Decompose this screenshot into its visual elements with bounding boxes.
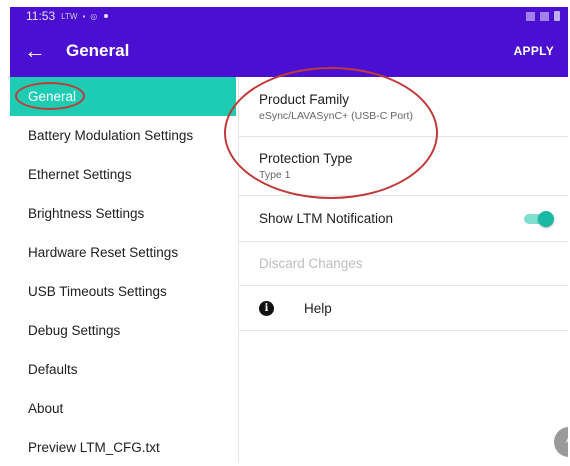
protection-type-title: Protection Type	[259, 151, 353, 166]
battery-icon	[554, 11, 560, 21]
page-title: General	[66, 41, 130, 60]
apply-button[interactable]: APPLY	[514, 44, 554, 58]
image-icon: ▪	[82, 11, 86, 21]
product-family-setting[interactable]: Product Family eSync/LAVASynC+ (USB-C Po…	[239, 77, 568, 137]
app-bar: ← General APPLY	[10, 25, 568, 77]
ltm-notification-setting[interactable]: Show LTM Notification	[239, 196, 568, 242]
sidebar-item-usb-timeouts[interactable]: USB Timeouts Settings	[10, 272, 236, 311]
settings-panel: Product Family eSync/LAVASynC+ (USB-C Po…	[238, 77, 568, 462]
sidebar-item-label: Battery Modulation Settings	[28, 128, 194, 143]
help-item[interactable]: i Help	[239, 286, 568, 331]
product-family-value: eSync/LAVASynC+ (USB-C Port)	[259, 109, 413, 122]
sidebar-item-general[interactable]: General	[10, 77, 236, 116]
info-icon: i	[259, 300, 274, 316]
sidebar-item-debug[interactable]: Debug Settings	[10, 311, 236, 350]
sidebar-item-about[interactable]: About	[10, 389, 236, 428]
status-indicators: LTW	[61, 11, 78, 21]
sidebar-item-label: Ethernet Settings	[28, 167, 132, 182]
no-signal-icon	[526, 11, 535, 21]
sidebar-item-label: Hardware Reset Settings	[28, 245, 179, 260]
wifi-icon	[540, 11, 549, 21]
sidebar-item-label: USB Timeouts Settings	[28, 284, 167, 299]
notification-dot-icon	[104, 14, 109, 18]
protection-type-value: Type 1	[259, 169, 291, 181]
sync-icon: ◎	[90, 11, 98, 21]
sidebar-item-defaults[interactable]: Defaults	[10, 350, 236, 389]
protection-type-setting[interactable]: Protection Type Type 1	[239, 137, 568, 196]
ltm-notification-toggle[interactable]	[524, 210, 554, 227]
sidebar-item-label: About	[28, 401, 64, 416]
help-label: Help	[304, 300, 332, 316]
discard-changes-label: Discard Changes	[259, 256, 363, 271]
sidebar-item-label: Defaults	[28, 362, 78, 377]
sidebar: General Battery Modulation Settings Ethe…	[10, 77, 236, 462]
sidebar-item-label: General	[28, 89, 77, 104]
sidebar-item-brightness[interactable]: Brightness Settings	[10, 194, 236, 233]
sidebar-item-ethernet[interactable]: Ethernet Settings	[10, 155, 236, 194]
sidebar-item-label: Brightness Settings	[28, 206, 145, 221]
sidebar-item-hardware-reset[interactable]: Hardware Reset Settings	[10, 233, 236, 272]
arrow-left-icon: ←	[24, 38, 46, 63]
sidebar-item-label: Preview LTM_CFG.txt	[28, 440, 160, 455]
back-button[interactable]: ←	[10, 25, 60, 77]
sidebar-item-preview-ltm-cfg[interactable]: Preview LTM_CFG.txt	[10, 428, 236, 462]
status-time: 11:53	[26, 9, 56, 23]
product-family-title: Product Family	[259, 91, 350, 107]
toggle-thumb	[538, 210, 554, 227]
sidebar-item-label: Debug Settings	[28, 323, 121, 338]
sidebar-item-battery-modulation[interactable]: Battery Modulation Settings	[10, 116, 236, 155]
status-right-icons	[526, 11, 560, 21]
chevron-up-icon: ^	[566, 434, 568, 450]
discard-changes-button[interactable]: Discard Changes	[239, 242, 568, 286]
app-window: 11:53 LTW ▪ ◎ ← General APPLY General Ba…	[10, 7, 568, 462]
status-bar: 11:53 LTW ▪ ◎	[10, 7, 568, 25]
ltm-notification-label: Show LTM Notification	[259, 211, 394, 226]
